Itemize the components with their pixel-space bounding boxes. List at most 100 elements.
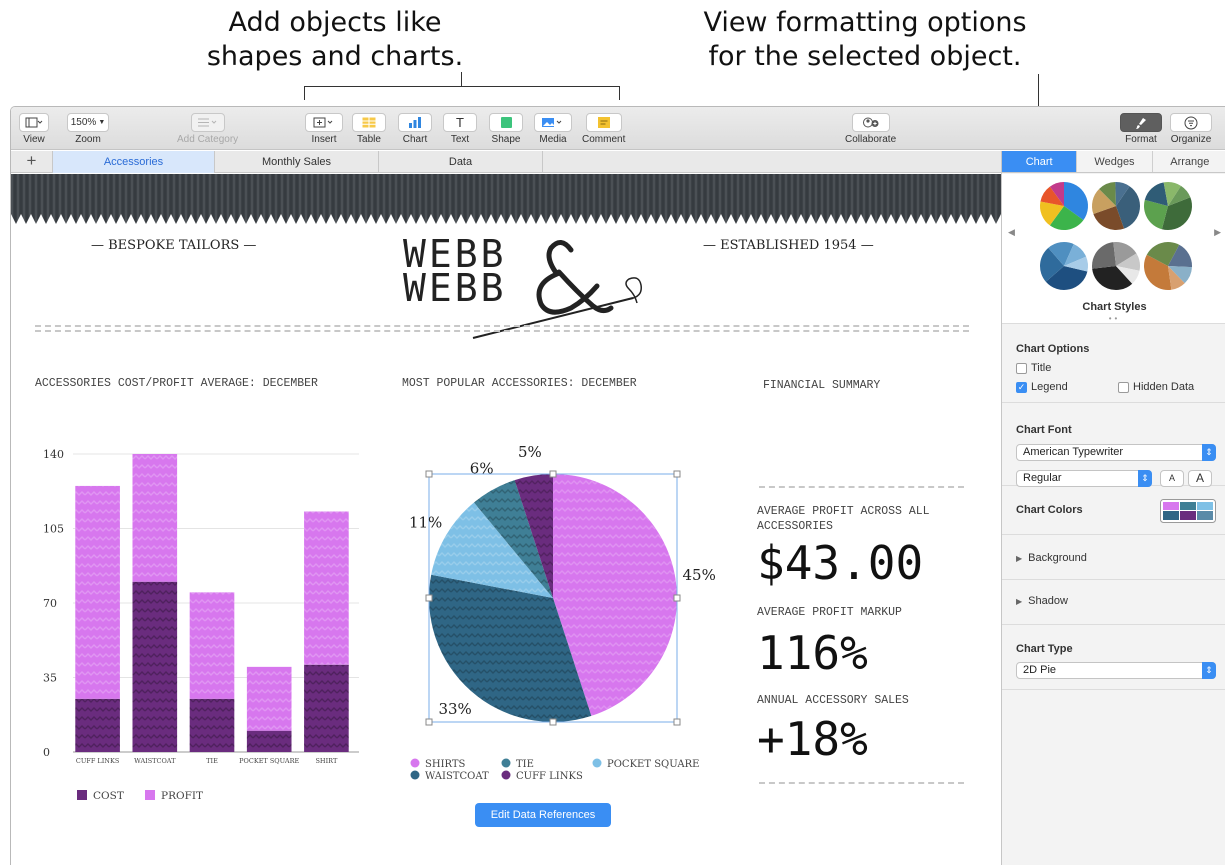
pie-chart[interactable]: 45% 33% 11% 6% 5% SHIRTS TIE POCKET SQUARE WAIS… [391,424,721,794]
chart-font-title: Chart Font [1016,424,1072,436]
metric-1-label: AVERAGE PROFIT ACROSS ALL ACCESSORIES [757,505,930,533]
text-button[interactable]: T Text [443,113,477,145]
popup-arrows-icon: ⇕ [1202,662,1216,679]
resize-handle[interactable] [673,718,681,726]
callout-add-line1: Add objects like [228,7,442,38]
collaborate-label: Collaborate [845,134,897,145]
list-icon [197,118,216,127]
legend-swatch [77,790,87,800]
metric-3-label: ANNUAL ACCESSORY SALES [757,694,909,707]
tab-accessories[interactable]: Accessories [53,151,215,173]
summary-title: FINANCIAL SUMMARY [763,379,881,392]
font-style-value: Regular [1023,472,1062,484]
tab-monthly-sales[interactable]: Monthly Sales [215,151,379,173]
pie-data-label: 11% [409,514,442,532]
legend-label: TIE [516,759,534,770]
resize-handle[interactable] [549,470,557,478]
title-checkbox[interactable]: Title [1016,362,1051,374]
comment-button[interactable]: Comment [582,113,625,145]
shadow-disclosure[interactable]: ▶ Shadow [1016,595,1068,607]
chart-type-popup[interactable]: 2D Pie ⇕ [1016,662,1216,679]
metric-1-value: $43.00 [757,536,924,590]
legend-label: COST [93,790,124,802]
font-family-popup[interactable]: American Typewriter ⇕ [1016,444,1216,461]
edit-data-references-button[interactable]: Edit Data References [475,803,611,827]
tab-data[interactable]: Data [379,151,543,173]
dashed-divider [35,325,969,332]
font-size-buttons: A A [1160,470,1218,487]
table-button[interactable]: Table [352,113,386,145]
x-tick-label: POCKET SQUARE [239,757,299,765]
callout-format-line1: View formatting options [703,7,1027,38]
tab-chart[interactable]: Chart [1002,151,1078,172]
bar-chart[interactable]: 0 35 70 105 140 CUFF LINKS WAISTCOAT TIE POCKET… [25,444,365,804]
background-disclosure[interactable]: ▶ Background [1016,552,1087,564]
chart-type-section: Chart Type 2D Pie ⇕ [1002,626,1225,690]
callout-format-options: View formatting options for the selected… [690,6,1040,74]
format-button[interactable]: Format [1120,113,1162,145]
bar-chart-title: ACCESSORIES COST/PROFIT AVERAGE: DECEMBE… [35,377,318,390]
resize-handle[interactable] [549,718,557,726]
resize-handle[interactable] [425,470,433,478]
sidebar-tabs: Chart Wedges Arrange [1002,151,1225,173]
popup-arrows-icon: ⇕ [1202,444,1216,461]
chart-font-section: Chart Font American Typewriter ⇕ Regular ⇕… [1002,404,1225,487]
background-section[interactable]: ▶ Background [1002,536,1225,580]
bar-texture [132,581,178,752]
add-category-button[interactable]: Add Category [177,113,238,145]
callout-add-objects: Add objects like shapes and charts. [160,6,510,74]
metric-2-label: AVERAGE PROFIT MARKUP [757,606,902,619]
callout-bracket [304,86,620,87]
pie-chart-title: MOST POPULAR ACCESSORIES: DECEMBER [402,377,637,390]
font-style-popup[interactable]: Regular ⇕ [1016,470,1152,487]
edit-data-references-label: Edit Data References [490,809,596,821]
resize-handle[interactable] [673,594,681,602]
title-checkbox-box [1016,362,1027,374]
shape-button[interactable]: Shape [489,113,523,145]
zoom-button[interactable]: 150% ▼ Zoom [67,113,109,145]
organize-button[interactable]: Organize [1170,113,1212,145]
add-sheet-button[interactable]: + [11,151,53,173]
legend-label: CUFF LINKS [516,771,583,782]
sheet-tab-bar: + Accessories Monthly Sales Data [11,151,1001,173]
hidden-data-checkbox[interactable]: Hidden Data [1118,381,1194,393]
pie-data-label: 33% [438,700,471,718]
media-button[interactable]: Media [534,113,572,145]
background-label: Background [1028,552,1087,564]
title-checkbox-label: Title [1031,362,1052,374]
chart-options-section: Chart Options Title ✓ Legend Hidden Data [1002,325,1225,403]
chart-colors-swatch[interactable] [1160,499,1216,523]
increase-font-button[interactable]: A [1188,470,1212,487]
y-tick-label: 105 [43,523,64,536]
pinstripe-banner [11,174,1001,224]
chart-button[interactable]: Chart [398,113,432,145]
x-tick-label: CUFF LINKS [76,757,119,765]
legend-label: POCKET SQUARE [607,759,699,770]
organize-label: Organize [1170,134,1212,145]
shadow-section[interactable]: ▶ Shadow [1002,581,1225,625]
resize-handle[interactable] [425,594,433,602]
legend-label: WAISTCOAT [425,771,489,782]
legend-swatch [501,758,511,768]
tab-wedges[interactable]: Wedges [1077,151,1153,172]
document-canvas: — BESPOKE TAILORS — — ESTABLISHED 1954 —… [11,174,1001,865]
bar-texture [304,664,349,752]
metric-3-value: +18% [757,712,868,766]
legend-checkbox-box: ✓ [1016,381,1027,393]
callout-format-line2: for the selected object. [708,41,1022,72]
hidden-data-checkbox-label: Hidden Data [1133,381,1195,393]
resize-handle[interactable] [673,470,681,478]
legend-checkbox[interactable]: ✓ Legend [1016,381,1068,393]
chart-style-swatches[interactable] [1002,178,1225,300]
legend-label: PROFIT [161,790,203,802]
resize-handle[interactable] [425,718,433,726]
callout-bracket-right [619,86,620,100]
insert-button[interactable]: Insert [305,113,343,145]
add-category-label: Add Category [177,134,239,145]
collaborate-button[interactable]: Collaborate [845,113,896,145]
legend-swatch [501,770,511,780]
shadow-label: Shadow [1028,595,1068,607]
decrease-font-button[interactable]: A [1160,470,1184,487]
tab-arrange[interactable]: Arrange [1153,151,1225,172]
view-button[interactable]: View [19,113,49,145]
